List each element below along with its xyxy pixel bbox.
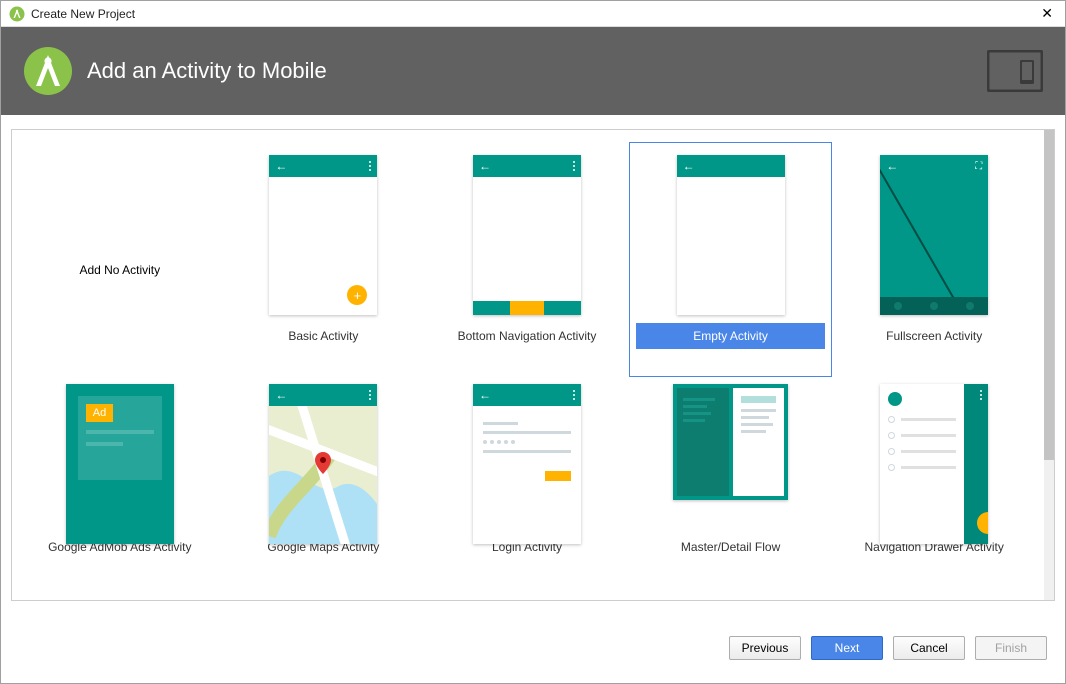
template-thumb-fullscreen: ← ⛶ (880, 155, 988, 315)
template-thumb-master-detail (673, 384, 788, 500)
more-icon (369, 161, 371, 171)
template-thumb-nav-drawer (880, 384, 988, 544)
finish-button: Finish (975, 636, 1047, 660)
template-fullscreen-activity[interactable]: ← ⛶ Fullscreen Activity (832, 142, 1036, 377)
android-studio-icon (9, 6, 25, 22)
more-icon (369, 390, 371, 400)
template-label: Master/Detail Flow (681, 540, 780, 554)
previous-button[interactable]: Previous (729, 636, 801, 660)
back-arrow-icon: ← (479, 159, 491, 173)
template-label: Basic Activity (288, 329, 358, 343)
template-label: Fullscreen Activity (886, 329, 982, 343)
template-thumb-none: Add No Activity (62, 149, 177, 321)
template-google-maps-activity[interactable]: ← (222, 377, 426, 588)
wizard-footer: Previous Next Cancel Finish (1, 613, 1065, 683)
template-list: Add No Activity ← + Basic Activity (11, 129, 1055, 601)
template-empty-activity[interactable]: ← Empty Activity (629, 142, 833, 377)
wizard-title: Add an Activity to Mobile (87, 58, 327, 84)
android-studio-logo (23, 46, 73, 96)
template-navigation-drawer-activity[interactable]: Navigation Drawer Activity (832, 377, 1036, 588)
cancel-button[interactable]: Cancel (893, 636, 965, 660)
scrollbar-track[interactable] (1044, 130, 1054, 600)
back-arrow-icon: ← (275, 388, 287, 402)
template-thumb-basic: ← + (269, 155, 377, 315)
template-thumb-admob: Ad (66, 384, 174, 544)
template-login-activity[interactable]: ← Login Activity (425, 377, 629, 588)
template-google-admob-ads-activity[interactable]: Ad Google AdMob Ads Activity (18, 377, 222, 588)
close-icon[interactable]: ✕ (1037, 5, 1057, 22)
template-label: Empty Activity (693, 329, 768, 343)
template-master-detail-flow[interactable]: Master/Detail Flow (629, 377, 833, 588)
template-label: Bottom Navigation Activity (458, 329, 597, 343)
fab-icon: + (347, 285, 367, 305)
back-arrow-icon: ← (886, 159, 898, 173)
template-thumb-bottom-nav: ← (473, 155, 581, 315)
template-bottom-navigation-activity[interactable]: ← Bottom Navigation Activity (425, 142, 629, 377)
wizard-header: Add an Activity to Mobile (1, 27, 1065, 115)
titlebar: Create New Project ✕ (1, 1, 1065, 27)
window-title: Create New Project (31, 7, 1037, 21)
template-thumb-empty: ← (677, 155, 785, 315)
template-add-no-activity[interactable]: Add No Activity (18, 142, 222, 377)
back-arrow-icon: ← (479, 388, 491, 402)
expand-icon: ⛶ (975, 161, 982, 172)
template-thumb-maps: ← (269, 384, 377, 544)
template-thumb-login: ← (473, 384, 581, 544)
scrollbar-thumb[interactable] (1044, 130, 1054, 460)
more-icon (573, 161, 575, 171)
back-arrow-icon: ← (275, 159, 287, 173)
template-label: Add No Activity (79, 263, 160, 277)
template-basic-activity[interactable]: ← + Basic Activity (222, 142, 426, 377)
ad-badge: Ad (86, 404, 113, 422)
next-button[interactable]: Next (811, 636, 883, 660)
device-icon (987, 50, 1043, 92)
back-arrow-icon: ← (683, 159, 695, 173)
more-icon (573, 390, 575, 400)
